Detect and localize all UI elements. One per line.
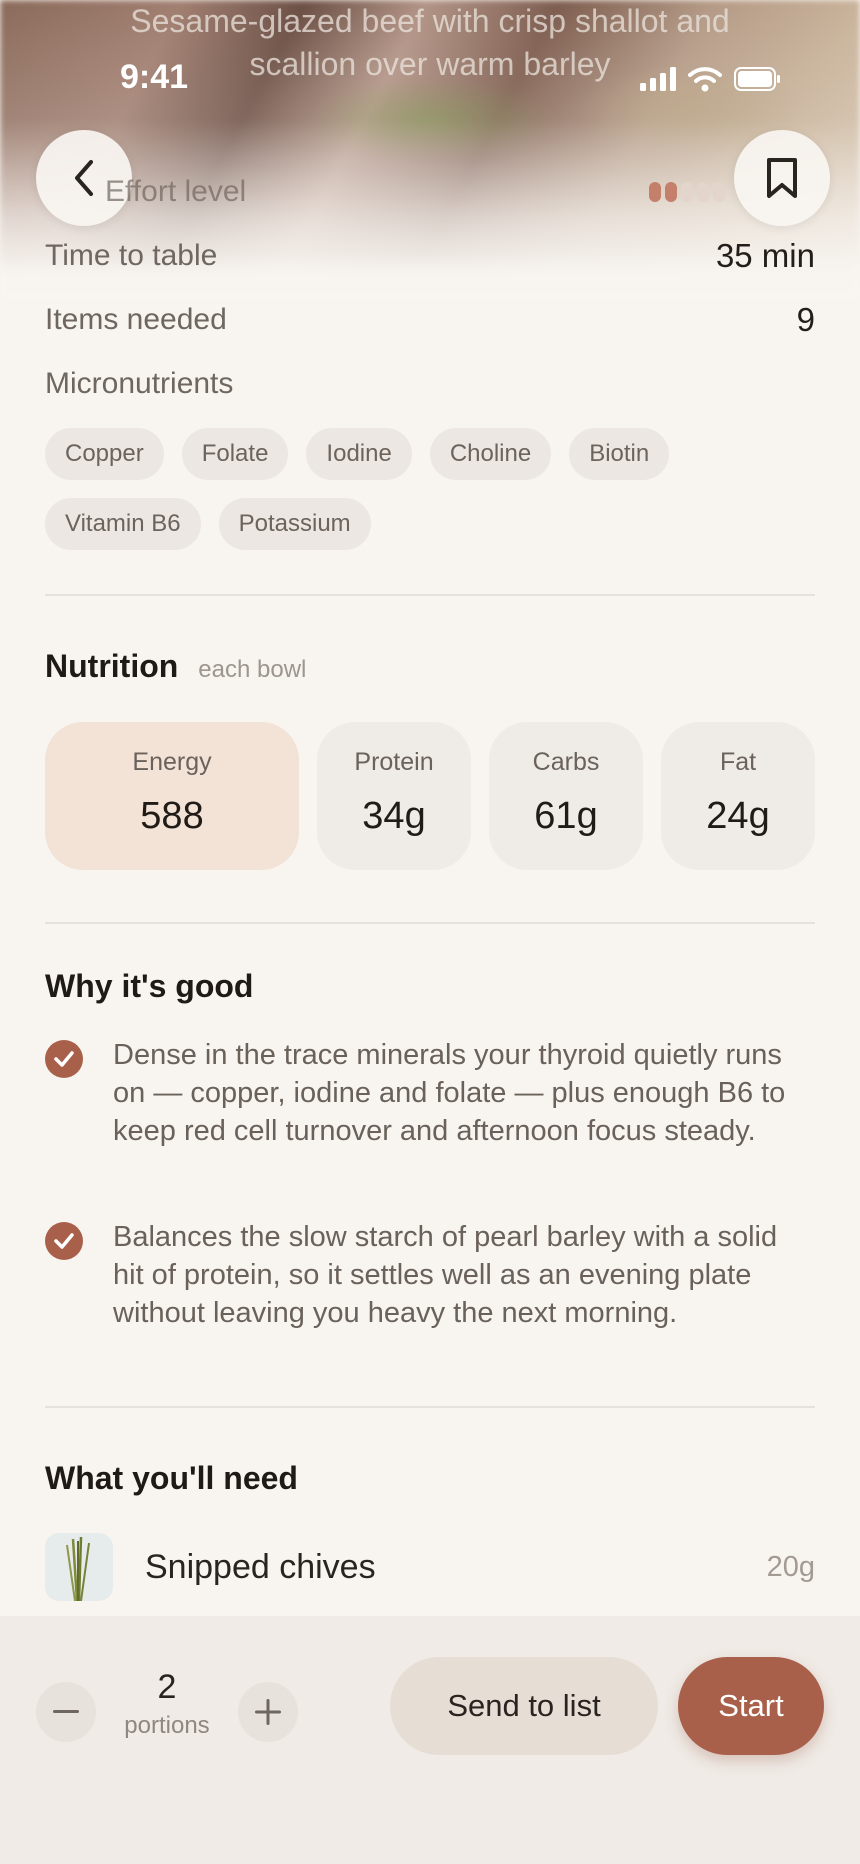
time-value: 35 min	[715, 237, 815, 274]
ingredient-row[interactable]: Snipped chives 20g	[45, 1532, 815, 1602]
micronutrients-label: Micronutrients	[45, 367, 234, 400]
why-point-text: Dense in the trace minerals your thyroid…	[113, 1039, 786, 1147]
chip-choline: Choline	[429, 428, 552, 480]
increase-portions-button[interactable]	[238, 1682, 298, 1742]
battery-icon	[734, 67, 780, 91]
ingredient-name: Snipped chives	[145, 1547, 376, 1586]
signal-icon	[640, 67, 676, 91]
items-label: Items needed	[45, 303, 227, 336]
status-time: 9:41	[120, 58, 189, 96]
minus-icon	[53, 1710, 79, 1713]
nutrition-tile-fat: Fat 24g	[661, 722, 815, 870]
chip-vitamin-b6: Vitamin B6	[45, 498, 201, 550]
time-label: Time to table	[45, 239, 218, 272]
effort-meter	[649, 182, 725, 202]
time-row: Time to table 35 min	[45, 234, 815, 278]
micronutrient-chips: Copper Folate Iodine Choline Biotin Vita…	[45, 428, 815, 550]
chip-folate: Folate	[181, 428, 289, 480]
status-bar: 9:41	[0, 52, 860, 102]
divider	[45, 1406, 815, 1408]
send-to-list-button[interactable]: Send to list	[390, 1657, 658, 1755]
items-value: 9	[796, 301, 815, 338]
why-title: Why it's good	[45, 968, 254, 1004]
items-row: Items needed 9	[45, 298, 815, 342]
check-icon	[45, 1222, 83, 1260]
nutrition-tile-energy: Energy 588	[45, 722, 299, 870]
chip-iodine: Iodine	[306, 428, 412, 480]
wifi-icon	[688, 67, 722, 92]
micronutrients-row: Micronutrients	[45, 362, 815, 406]
effort-row: Effort level	[45, 172, 815, 212]
ingredient-qty: 20g	[766, 1550, 815, 1583]
nutrition-title: Nutrition each bowl	[45, 648, 307, 684]
check-icon	[45, 1040, 83, 1078]
divider	[45, 594, 815, 596]
portions-label: portions	[124, 1712, 210, 1739]
nutrition-tile-protein: Protein 34g	[317, 722, 471, 870]
chip-copper: Copper	[45, 428, 164, 480]
nutrition-subtitle: each bowl	[198, 656, 307, 683]
nutrition-tile-carbs: Carbs 61g	[489, 722, 643, 870]
start-button[interactable]: Start	[678, 1657, 824, 1755]
effort-label: Effort level	[105, 175, 247, 208]
chives-thumbnail	[45, 1533, 113, 1601]
why-point: Dense in the trace minerals your thyroid…	[45, 1036, 815, 1150]
why-point-text: Balances the slow starch of pearl barley…	[113, 1221, 778, 1329]
portions-value: 2	[157, 1668, 177, 1706]
chip-biotin: Biotin	[569, 428, 670, 480]
decrease-portions-button[interactable]	[36, 1682, 96, 1742]
divider	[45, 922, 815, 924]
plus-icon	[255, 1699, 281, 1725]
why-point: Balances the slow starch of pearl barley…	[45, 1218, 815, 1332]
chip-potassium: Potassium	[218, 498, 371, 550]
ingredients-title: What you'll need	[45, 1460, 298, 1496]
